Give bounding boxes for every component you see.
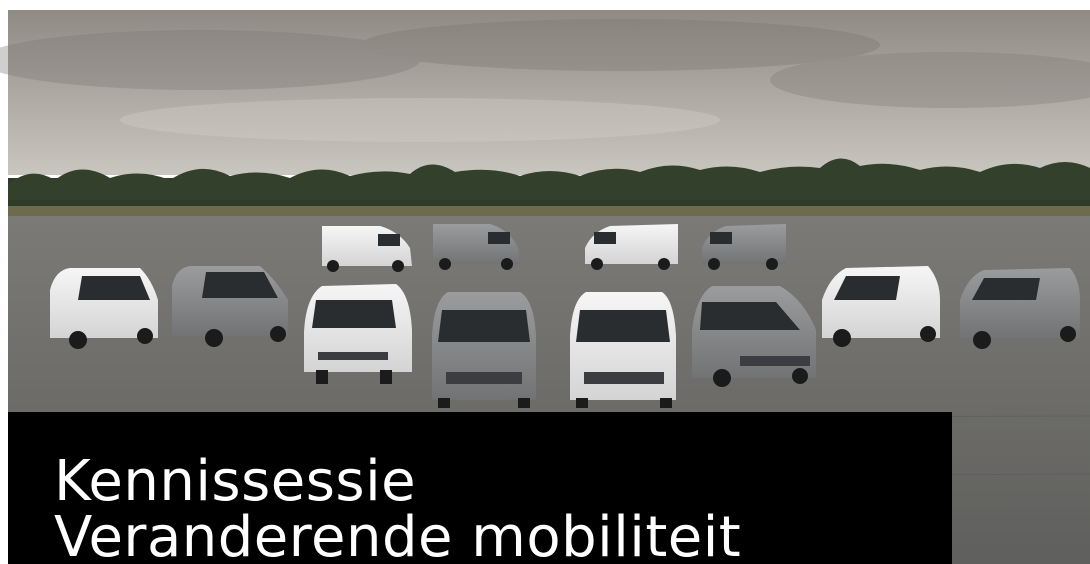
van-mid-4: [960, 268, 1080, 349]
van-front-2: [432, 292, 536, 408]
title-panel: Kennissessie Veranderende mobiliteit: [8, 412, 952, 564]
slide: Kennissessie Veranderende mobiliteit: [0, 0, 1090, 564]
van-mid-3: [822, 266, 940, 347]
title-line-1: Kennissessie: [54, 449, 417, 514]
van-front-1: [304, 284, 412, 384]
slide-title: Kennissessie Veranderende mobiliteit: [54, 454, 741, 564]
van-front-4: [692, 286, 816, 387]
van-mid-1: [50, 268, 158, 349]
van-mid-2: [172, 266, 288, 347]
title-line-2: Veranderende mobiliteit: [54, 505, 742, 564]
van-front-3: [570, 292, 676, 408]
